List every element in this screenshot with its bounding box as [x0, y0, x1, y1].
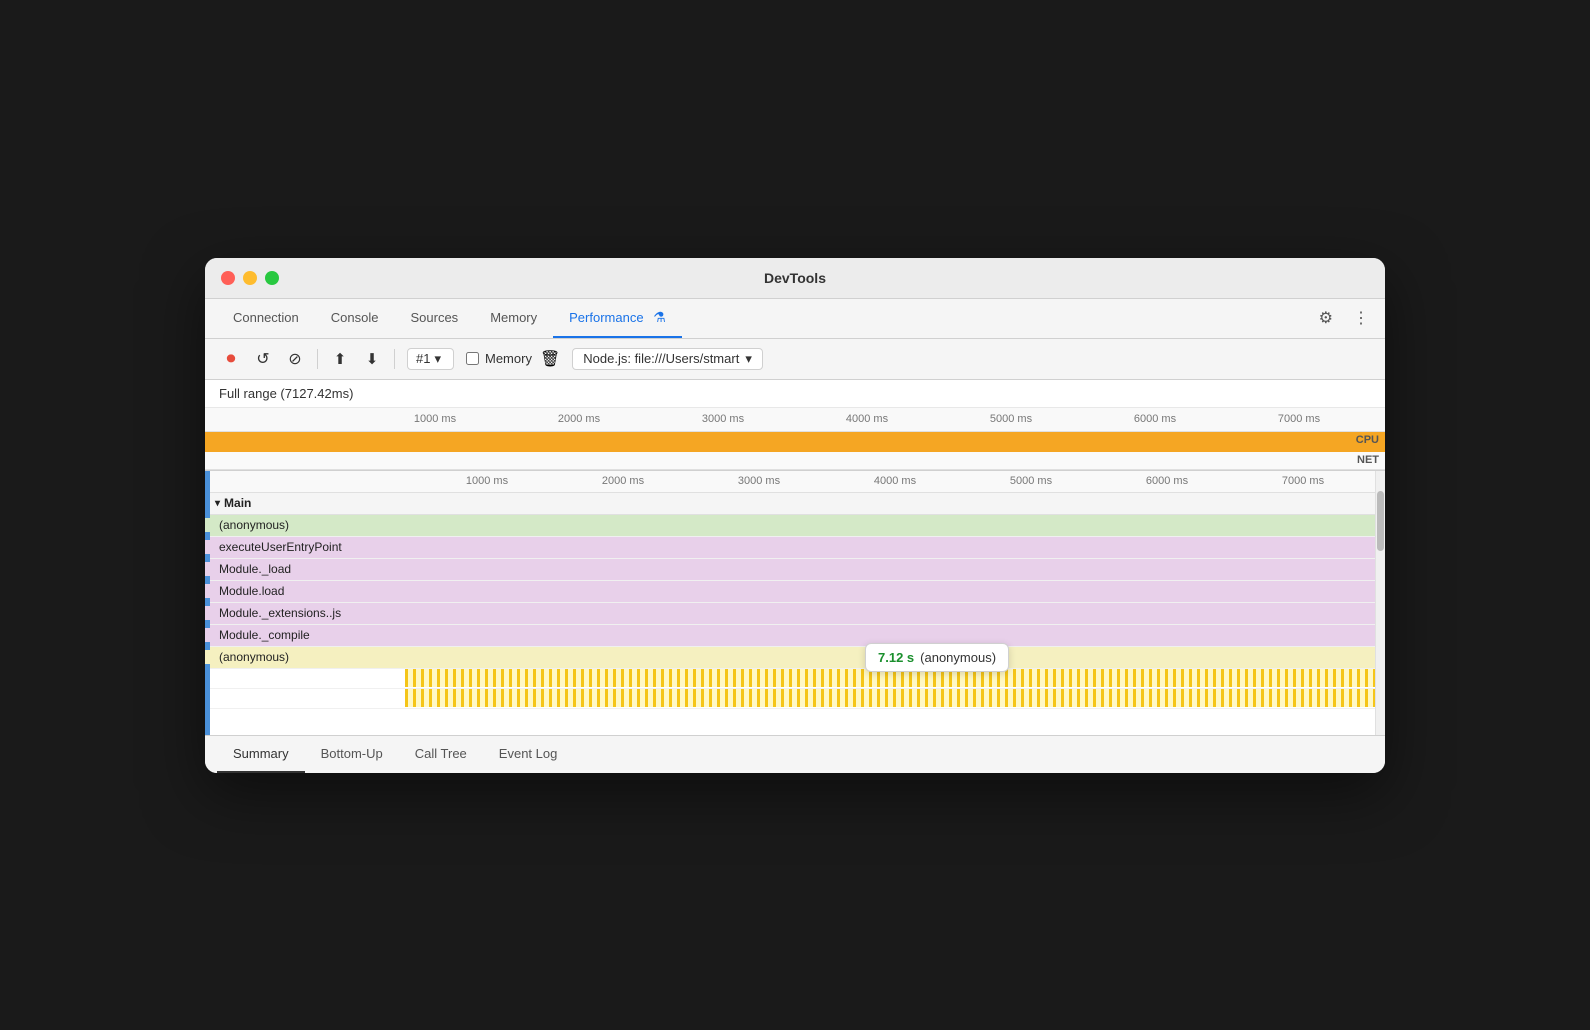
trace-row-label: (anonymous) — [205, 518, 405, 532]
memory-checkbox[interactable] — [466, 352, 479, 365]
trace-row-anonymous-1[interactable]: (anonymous) — [205, 515, 1385, 537]
download-button[interactable]: ⬇ — [358, 345, 386, 373]
tab-actions: ⚙ ⋮ — [1315, 304, 1373, 332]
trace-ruler: 1000 ms 2000 ms 3000 ms 4000 ms 5000 ms … — [205, 471, 1385, 493]
settings-icon[interactable]: ⚙ — [1315, 304, 1337, 332]
trace-row-bars-1 — [205, 669, 1385, 689]
tick-5: 5000 ms — [939, 413, 1083, 425]
node-target-selector[interactable]: Node.js: file:///Users/stmart ▾ — [572, 348, 763, 370]
yellow-bars-1 — [405, 669, 1385, 687]
record-button[interactable]: ⏺ — [217, 345, 245, 373]
titlebar: DevTools — [205, 258, 1385, 299]
trace-tick-1: 1000 ms — [419, 475, 555, 487]
left-accent-bar — [205, 471, 210, 735]
trace-row-label: executeUserEntryPoint — [205, 540, 405, 554]
yellow-bars-2 — [405, 689, 1385, 707]
toolbar: ⏺ ↺ ⊘ ⬆ ⬇ #1 ▾ Memory 🗑 Node.js: file://… — [205, 339, 1385, 380]
window-title: DevTools — [764, 270, 826, 286]
trace-tick-2: 2000 ms — [555, 475, 691, 487]
cpu-bar: CPU — [205, 432, 1385, 452]
trace-row-label: (anonymous) — [205, 650, 405, 664]
scrollbar-thumb[interactable] — [1377, 491, 1384, 551]
full-range-label: Full range (7127.42ms) — [205, 380, 1385, 408]
separator-2 — [394, 349, 395, 369]
tick-3: 3000 ms — [651, 413, 795, 425]
timeline-ruler: 1000 ms 2000 ms 3000 ms 4000 ms 5000 ms … — [205, 408, 1385, 432]
trace-row-module-compile[interactable]: Module._compile — [205, 625, 1385, 647]
profile-selector[interactable]: #1 ▾ — [407, 348, 454, 370]
net-label: NET — [1357, 454, 1379, 466]
trace-row-anonymous-2[interactable]: (anonymous) — [205, 647, 1385, 669]
trace-tick-4: 4000 ms — [827, 475, 963, 487]
trace-row-module-load2[interactable]: Module.load — [205, 581, 1385, 603]
tab-memory[interactable]: Memory — [474, 300, 553, 337]
trace-tick-3: 3000 ms — [691, 475, 827, 487]
main-section-header[interactable]: ▾ Main — [205, 493, 1385, 515]
tooltip-label: (anonymous) — [920, 650, 996, 665]
trace-tick-6: 6000 ms — [1099, 475, 1235, 487]
bottom-tabs: Summary Bottom-Up Call Tree Event Log — [205, 735, 1385, 773]
memory-checkbox-label: Memory — [485, 351, 532, 366]
trace-row-label: Module._compile — [205, 628, 405, 642]
performance-flask-icon: ⚗ — [653, 309, 666, 325]
clear-button[interactable]: ⊘ — [281, 345, 309, 373]
net-row: NET — [205, 452, 1385, 470]
trace-tick-7: 7000 ms — [1235, 475, 1371, 487]
tick-1: 1000 ms — [363, 413, 507, 425]
tick-2: 2000 ms — [507, 413, 651, 425]
devtools-window: DevTools Connection Console Sources Memo… — [205, 258, 1385, 773]
scrollbar-track[interactable] — [1375, 471, 1385, 735]
trace-row-label: Module.load — [205, 584, 405, 598]
section-expand-icon: ▾ — [215, 498, 220, 509]
maximize-button[interactable] — [265, 271, 279, 285]
node-chevron-icon: ▾ — [745, 351, 752, 367]
tab-sources[interactable]: Sources — [394, 300, 474, 337]
tab-call-tree[interactable]: Call Tree — [399, 736, 483, 773]
tick-6: 6000 ms — [1083, 413, 1227, 425]
trace-row-execute[interactable]: executeUserEntryPoint 7.12 s (anonymous) — [205, 537, 1385, 559]
timeline-overview: Full range (7127.42ms) 1000 ms 2000 ms 3… — [205, 380, 1385, 471]
traffic-lights — [221, 271, 279, 285]
tab-event-log[interactable]: Event Log — [483, 736, 574, 773]
clean-js-button[interactable]: 🗑 — [540, 349, 560, 369]
tab-console[interactable]: Console — [315, 300, 395, 337]
trace-tick-5: 5000 ms — [963, 475, 1099, 487]
trace-row-module-ext[interactable]: Module._extensions..js — [205, 603, 1385, 625]
memory-checkbox-group: Memory — [466, 351, 532, 366]
separator-1 — [317, 349, 318, 369]
section-label: Main — [224, 496, 251, 510]
tooltip: 7.12 s (anonymous) — [865, 643, 1009, 672]
minimize-button[interactable] — [243, 271, 257, 285]
trace-row-label: Module._load — [205, 562, 405, 576]
tab-connection[interactable]: Connection — [217, 300, 315, 337]
tick-7: 7000 ms — [1227, 413, 1371, 425]
upload-button[interactable]: ⬆ — [326, 345, 354, 373]
trace-rows: (anonymous) executeUserEntryPoint 7.12 s… — [205, 515, 1385, 735]
main-tabs: Connection Console Sources Memory Perfor… — [205, 299, 1385, 339]
cpu-label: CPU — [1356, 434, 1379, 446]
trace-row-label: Module._extensions..js — [205, 606, 405, 620]
trace-row-bars-2 — [205, 689, 1385, 709]
tick-4: 4000 ms — [795, 413, 939, 425]
close-button[interactable] — [221, 271, 235, 285]
more-icon[interactable]: ⋮ — [1349, 304, 1373, 332]
tab-performance[interactable]: Performance ⚗ — [553, 299, 682, 338]
trace-row-module-load[interactable]: Module._load — [205, 559, 1385, 581]
tab-summary[interactable]: Summary — [217, 736, 305, 773]
trace-area: 1000 ms 2000 ms 3000 ms 4000 ms 5000 ms … — [205, 471, 1385, 735]
chevron-down-icon: ▾ — [434, 351, 441, 367]
tooltip-time: 7.12 s — [878, 650, 914, 665]
tab-bottom-up[interactable]: Bottom-Up — [305, 736, 399, 773]
reload-button[interactable]: ↺ — [249, 345, 277, 373]
trace-spacer — [205, 709, 1385, 735]
